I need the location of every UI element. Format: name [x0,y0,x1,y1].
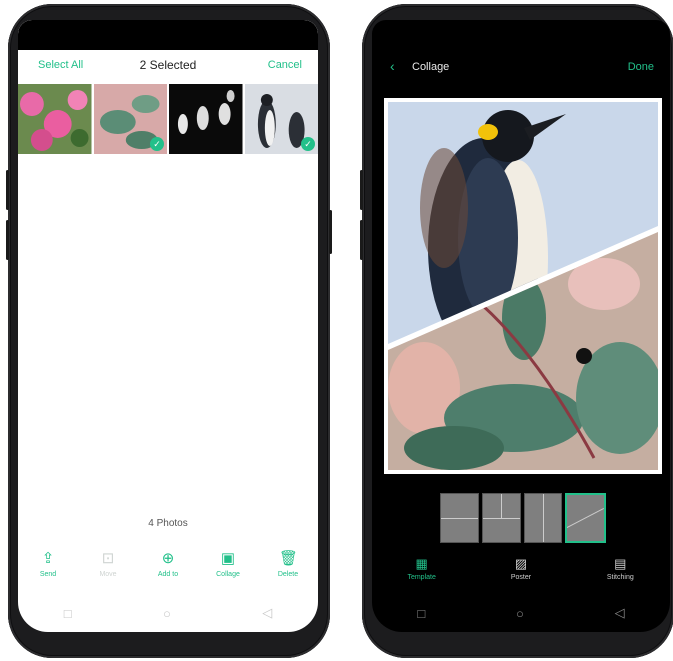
volume-button [360,170,363,210]
move-label: Move [99,571,117,578]
selected-check-icon: ✓ [150,137,164,151]
share-icon: ⇪ [41,550,55,567]
send-button[interactable]: ⇪ Send [18,550,78,592]
tab-template[interactable]: ▦ Template [372,556,471,592]
tab-stitching-label: Stitching [606,574,634,581]
back-chevron-icon[interactable]: ‹ [390,58,395,74]
status-bar [18,20,318,50]
power-button [329,210,332,254]
selected-check-icon: ✓ [301,137,315,151]
done-button[interactable]: Done [628,61,654,73]
gallery-screen: Select All 2 Selected Cancel ✓ ✓ 4 Photo… [18,20,318,632]
cancel-button[interactable]: Cancel [268,59,302,71]
template-option-1[interactable] [440,493,479,543]
photo-thumbnail-penguins[interactable]: ✓ [244,84,318,154]
back-icon[interactable]: ◁ [262,605,272,621]
delete-label: Delete [277,571,299,578]
volume-button [360,220,363,260]
tab-poster-label: Poster [510,574,532,581]
recents-icon[interactable]: □ [417,606,425,621]
home-icon[interactable]: ○ [163,606,171,621]
send-label: Send [39,571,57,578]
photo-count: 4 Photos [148,518,188,529]
volume-button [6,220,9,260]
collage-label: Collage [216,571,240,578]
photo-thumbnail-flowers[interactable] [18,84,92,154]
template-strip [440,493,606,543]
selection-header: Select All 2 Selected Cancel [18,50,318,82]
delete-button[interactable]: 🗑 Delete [258,550,318,592]
tab-template-label: Template [407,574,436,581]
back-icon[interactable]: ◁ [615,605,625,621]
stitch-icon: ▤ [614,556,627,571]
add-icon: ⊕ [161,550,175,567]
trash-icon: 🗑 [279,550,299,567]
bottom-toolbar: ⇪ Send ⊡ Move ⊕ Add to ▣ Collage 🗑 Delet… [18,550,318,592]
tab-stitching[interactable]: ▤ Stitching [571,556,670,592]
photo-thumbnail-penguin-group[interactable] [169,84,243,154]
template-option-4[interactable] [565,493,606,543]
navigation-bar: □ ○ ◁ [372,596,670,630]
move-button[interactable]: ⊡ Move [78,550,138,592]
collage-header: ‹ Collage Done [372,52,670,82]
recents-icon[interactable]: □ [64,606,72,621]
collage-screen: ‹ Collage Done ▦ Template ▨ Poster ▤ Sti… [372,20,670,632]
collage-button[interactable]: ▣ Collage [198,550,258,592]
collage-icon: ▣ [220,550,236,567]
home-icon[interactable]: ○ [516,606,524,621]
add-to-label: Add to [157,571,179,578]
move-icon: ⊡ [101,550,115,567]
grid-icon: ▦ [415,556,428,571]
collage-mode-tabs: ▦ Template ▨ Poster ▤ Stitching [372,556,670,592]
collage-title: Collage [412,61,450,73]
add-to-button[interactable]: ⊕ Add to [138,550,198,592]
photo-thumbnail-leaves[interactable]: ✓ [93,84,167,154]
volume-button [6,170,9,210]
template-option-2[interactable] [481,493,521,543]
photo-grid: ✓ ✓ [18,84,318,154]
navigation-bar: □ ○ ◁ [18,594,318,632]
poster-icon: ▨ [514,556,528,571]
tab-poster[interactable]: ▨ Poster [471,556,570,592]
collage-preview[interactable] [384,98,662,474]
template-option-3[interactable] [523,493,563,543]
